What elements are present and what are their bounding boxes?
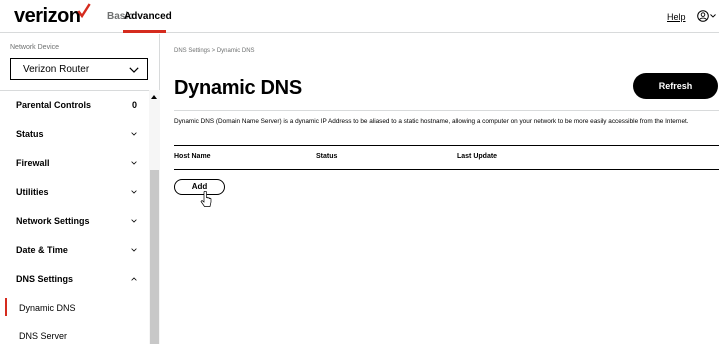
main-content: DNS Settings > Dynamic DNS Dynamic DNS R…	[160, 34, 719, 344]
sidebar-subitem-dynamic-dns[interactable]: Dynamic DNS	[0, 294, 149, 322]
sidebar-item-utilities[interactable]: Utilities	[0, 178, 149, 207]
help-link[interactable]: Help	[667, 12, 686, 22]
network-device-value: Verizon Router	[23, 64, 90, 75]
divider	[174, 110, 719, 111]
table-header-bottom-rule	[174, 169, 719, 170]
verizon-logo[interactable]: verizon	[14, 5, 81, 28]
refresh-button[interactable]: Refresh	[633, 73, 718, 99]
chevron-down-icon	[129, 67, 139, 73]
sidebar-item-status[interactable]: Status	[0, 120, 149, 149]
sidebar-item-date-time[interactable]: Date & Time	[0, 236, 149, 265]
scroll-up-arrow-icon[interactable]	[151, 95, 157, 99]
sidebar-item-label: Network Settings	[16, 216, 90, 226]
chevron-up-icon	[131, 277, 137, 281]
page-description: Dynamic DNS (Domain Name Server) is a dy…	[174, 118, 689, 125]
sidebar-item-network-settings[interactable]: Network Settings	[0, 207, 149, 236]
sidebar-subitem-label: Dynamic DNS	[19, 303, 76, 313]
sidebar-item-firewall[interactable]: Firewall	[0, 149, 149, 178]
top-header: verizon Basic Advanced Help	[0, 0, 719, 33]
sidebar-subitem-label: DNS Server	[19, 331, 68, 341]
column-header-host-name: Host Name	[174, 153, 211, 160]
sidebar-item-label: Date & Time	[16, 245, 68, 255]
user-account-icon[interactable]	[697, 10, 709, 22]
sidebar-menu: Parental Controls 0 Status Firewall Util…	[0, 90, 160, 344]
sidebar-item-label: Parental Controls	[16, 100, 92, 110]
active-item-indicator	[5, 298, 7, 316]
chevron-down-icon[interactable]	[710, 14, 716, 18]
network-device-label: Network Device	[10, 44, 60, 51]
sidebar-scrollbar-thumb[interactable]	[150, 170, 159, 344]
breadcrumb: DNS Settings > Dynamic DNS	[174, 48, 255, 54]
sidebar: Network Device Verizon Router Parental C…	[0, 34, 160, 344]
column-header-last-update: Last Update	[457, 153, 498, 160]
verizon-checkmark-icon	[77, 3, 91, 19]
sidebar-item-label: Utilities	[16, 187, 49, 197]
network-device-select[interactable]: Verizon Router	[10, 58, 148, 80]
sidebar-item-label: Status	[16, 129, 44, 139]
table-header-top-rule	[174, 145, 719, 146]
sidebar-subitem-dns-server[interactable]: DNS Server	[0, 322, 149, 344]
sidebar-item-dns-settings[interactable]: DNS Settings	[0, 265, 149, 294]
chevron-down-icon	[131, 161, 137, 165]
chevron-down-icon	[131, 132, 137, 136]
chevron-down-icon	[131, 219, 137, 223]
mouse-pointer-icon	[200, 191, 212, 207]
count-badge: 0	[132, 100, 138, 110]
chevron-down-icon	[131, 248, 137, 252]
sidebar-item-label: Firewall	[16, 158, 50, 168]
column-header-status: Status	[316, 153, 338, 160]
sidebar-item-label: DNS Settings	[16, 274, 74, 284]
chevron-down-icon	[131, 190, 137, 194]
sidebar-item-parental-controls[interactable]: Parental Controls 0	[0, 91, 149, 120]
active-tab-indicator	[123, 30, 166, 33]
page-title: Dynamic DNS	[174, 77, 302, 99]
